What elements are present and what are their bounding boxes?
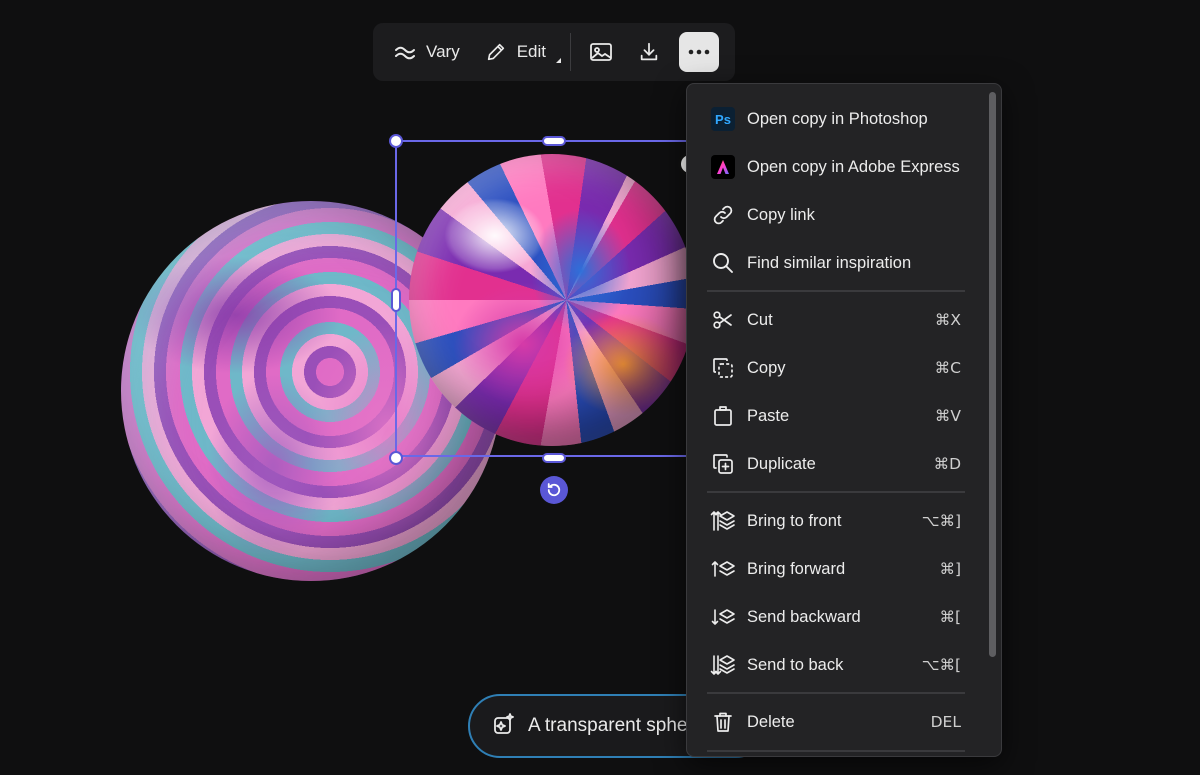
menu-item-label: Send to back bbox=[747, 655, 844, 674]
bring-forward-icon bbox=[710, 556, 736, 582]
menu-item-label: Bring forward bbox=[747, 559, 846, 578]
menu-item-label: Copy link bbox=[747, 205, 815, 224]
menu-divider bbox=[707, 290, 965, 292]
menu-divider bbox=[707, 692, 965, 694]
vary-button[interactable]: Vary bbox=[381, 32, 472, 72]
menu-scrollbar[interactable] bbox=[989, 92, 996, 657]
menu-item-delete[interactable]: Delete DEL bbox=[707, 698, 965, 746]
menu-item-copy[interactable]: Copy ⌘C bbox=[707, 344, 965, 392]
send-to-back-icon bbox=[710, 652, 736, 678]
menu-item-label: Paste bbox=[747, 406, 790, 425]
more-options-button[interactable] bbox=[679, 32, 719, 72]
rotate-icon bbox=[547, 483, 561, 497]
adobe-express-icon bbox=[711, 155, 735, 179]
rotate-button[interactable] bbox=[540, 476, 568, 504]
trash-icon bbox=[710, 709, 736, 735]
vary-label: Vary bbox=[426, 42, 460, 61]
link-icon bbox=[710, 202, 736, 228]
pencil-icon bbox=[484, 40, 508, 64]
shortcut-label: ⌘V bbox=[934, 407, 961, 425]
scissors-icon bbox=[710, 307, 736, 333]
clipboard-icon bbox=[710, 403, 736, 429]
shortcut-label: ⌥⌘[ bbox=[921, 656, 961, 674]
edit-button[interactable]: Edit bbox=[472, 32, 564, 72]
menu-item-send-to-back[interactable]: Send to back ⌥⌘[ bbox=[707, 641, 965, 689]
menu-item-bring-forward[interactable]: Bring forward ⌘] bbox=[707, 545, 965, 593]
menu-item-label: Open copy in Photoshop bbox=[747, 109, 928, 128]
duplicate-icon bbox=[710, 451, 736, 477]
selection-box[interactable] bbox=[395, 140, 715, 457]
shortcut-label: ⌘D bbox=[933, 455, 961, 473]
menu-item-duplicate[interactable]: Duplicate ⌘D bbox=[707, 440, 965, 488]
menu-item-label: Copy bbox=[747, 358, 786, 377]
resize-handle-top-left[interactable] bbox=[389, 134, 403, 148]
menu-item-find-similar[interactable]: Find similar inspiration bbox=[707, 239, 965, 287]
menu-divider bbox=[707, 750, 965, 752]
shortcut-label: ⌥⌘] bbox=[921, 512, 961, 530]
copy-icon bbox=[710, 355, 736, 381]
toolbar-divider bbox=[570, 33, 571, 71]
sparkle-image-icon bbox=[492, 712, 516, 741]
menu-item-label: Duplicate bbox=[747, 454, 816, 473]
shortcut-label: DEL bbox=[930, 713, 961, 731]
menu-divider bbox=[707, 491, 965, 493]
menu-item-label: Open copy in Adobe Express bbox=[747, 157, 960, 176]
shortcut-label: ⌘] bbox=[939, 560, 961, 578]
download-button[interactable] bbox=[625, 32, 673, 72]
bring-to-front-icon bbox=[710, 508, 736, 534]
shortcut-label: ⌘C bbox=[934, 359, 961, 377]
menu-item-copy-link[interactable]: Copy link bbox=[707, 191, 965, 239]
prompt-text: A transparent spheri bbox=[528, 715, 699, 736]
resize-handle-left[interactable] bbox=[391, 288, 401, 312]
menu-item-send-backward[interactable]: Send backward ⌘[ bbox=[707, 593, 965, 641]
menu-item-paste[interactable]: Paste ⌘V bbox=[707, 392, 965, 440]
menu-item-label: Find similar inspiration bbox=[747, 253, 912, 272]
menu-item-bring-to-front[interactable]: Bring to front ⌥⌘] bbox=[707, 497, 965, 545]
shortcut-label: ⌘[ bbox=[939, 608, 961, 626]
wave-icon bbox=[393, 40, 417, 64]
download-icon bbox=[637, 40, 661, 64]
context-menu: Ps Open copy in Photoshop Open copy in A… bbox=[686, 83, 1002, 757]
send-backward-icon bbox=[710, 604, 736, 630]
image-button[interactable] bbox=[577, 32, 625, 72]
image-toolbar: Vary Edit bbox=[373, 23, 735, 81]
resize-handle-bottom[interactable] bbox=[542, 453, 566, 463]
shortcut-label: ⌘X bbox=[934, 311, 961, 329]
menu-item-open-express[interactable]: Open copy in Adobe Express bbox=[707, 143, 965, 191]
resize-handle-top[interactable] bbox=[542, 136, 566, 146]
menu-item-label: Cut bbox=[747, 310, 773, 329]
edit-label: Edit bbox=[516, 42, 546, 61]
image-icon bbox=[589, 40, 613, 64]
menu-item-label: Bring to front bbox=[747, 511, 842, 530]
resize-handle-bottom-left[interactable] bbox=[389, 451, 403, 465]
menu-item-cut[interactable]: Cut ⌘X bbox=[707, 296, 965, 344]
menu-item-label: Send backward bbox=[747, 607, 861, 626]
search-icon bbox=[710, 250, 736, 276]
menu-item-open-photoshop[interactable]: Ps Open copy in Photoshop bbox=[707, 95, 965, 143]
edit-dropdown-caret bbox=[556, 58, 561, 63]
photoshop-icon: Ps bbox=[711, 107, 735, 131]
menu-item-label: Delete bbox=[747, 712, 795, 731]
more-icon bbox=[687, 40, 711, 64]
